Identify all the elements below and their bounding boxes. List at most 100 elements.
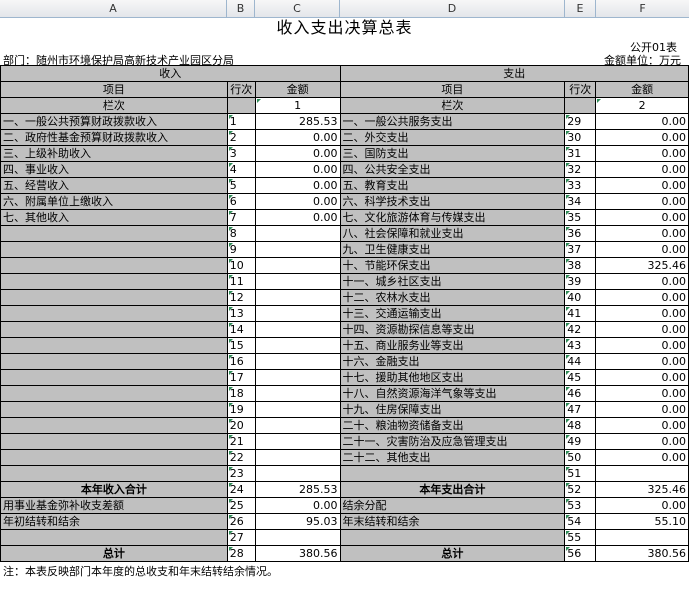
expense-rowno-cell[interactable]: 56 [564, 545, 597, 562]
expense-item-cell[interactable]: 总计 [339, 545, 566, 562]
income-rowno-cell[interactable]: 16 [226, 353, 256, 370]
expense-column-index[interactable]: 2 [595, 97, 689, 114]
expense-amount-cell[interactable]: 0.00 [595, 369, 689, 386]
income-amount-cell[interactable] [254, 369, 341, 386]
income-rowno-cell[interactable]: 18 [226, 385, 256, 402]
income-rowno-cell[interactable]: 15 [226, 337, 256, 354]
expense-item-cell[interactable]: 八、社会保障和就业支出 [339, 225, 566, 242]
income-amount-header[interactable]: 金额 [254, 81, 341, 98]
expense-rowno-cell[interactable]: 32 [564, 161, 597, 178]
expense-item-cell[interactable]: 二十一、灾害防治及应急管理支出 [339, 433, 566, 450]
expense-rowno-cell[interactable]: 36 [564, 225, 597, 242]
expense-item-cell[interactable]: 五、教育支出 [339, 177, 566, 194]
income-item-cell[interactable] [0, 353, 228, 370]
income-amount-cell[interactable] [254, 385, 341, 402]
expense-column-index-blank[interactable] [564, 97, 597, 114]
expense-amount-cell[interactable]: 0.00 [595, 145, 689, 162]
income-amount-cell[interactable]: 285.53 [254, 481, 341, 498]
income-amount-cell[interactable] [254, 449, 341, 466]
expense-rowno-cell[interactable]: 46 [564, 385, 597, 402]
income-item-header[interactable]: 项目 [0, 81, 228, 98]
expense-header[interactable]: 支出 [339, 65, 689, 82]
expense-amount-cell[interactable]: 0.00 [595, 385, 689, 402]
income-rowno-cell[interactable]: 20 [226, 417, 256, 434]
expense-rowno-cell[interactable]: 53 [564, 497, 597, 514]
income-column-index-blank[interactable] [226, 97, 256, 114]
expense-column-index-label[interactable]: 栏次 [339, 97, 566, 114]
expense-rowno-cell[interactable]: 40 [564, 289, 597, 306]
income-rowno-cell[interactable]: 27 [226, 529, 256, 546]
expense-rowno-cell[interactable]: 37 [564, 241, 597, 258]
expense-rowno-cell[interactable]: 30 [564, 129, 597, 146]
expense-item-cell[interactable]: 十九、住房保障支出 [339, 401, 566, 418]
income-item-cell[interactable]: 一、一般公共预算财政拨款收入 [0, 113, 228, 130]
income-rowno-cell[interactable]: 11 [226, 273, 256, 290]
expense-amount-cell[interactable]: 0.00 [595, 273, 689, 290]
expense-amount-cell[interactable]: 0.00 [595, 497, 689, 514]
expense-rowno-cell[interactable]: 51 [564, 465, 597, 482]
expense-amount-cell[interactable]: 0.00 [595, 225, 689, 242]
expense-rowno-cell[interactable]: 55 [564, 529, 597, 546]
income-amount-cell[interactable] [254, 529, 341, 546]
income-item-cell[interactable] [0, 433, 228, 450]
income-item-cell[interactable] [0, 257, 228, 274]
income-amount-cell[interactable]: 95.03 [254, 513, 341, 530]
income-rowno-cell[interactable]: 3 [226, 145, 256, 162]
income-rowno-cell[interactable]: 2 [226, 129, 256, 146]
income-amount-cell[interactable] [254, 241, 341, 258]
income-item-cell[interactable] [0, 385, 228, 402]
income-item-cell[interactable]: 五、经营收入 [0, 177, 228, 194]
income-item-cell[interactable]: 三、上级补助收入 [0, 145, 228, 162]
income-amount-cell[interactable]: 0.00 [254, 145, 341, 162]
expense-item-cell[interactable] [339, 529, 566, 546]
income-item-cell[interactable] [0, 321, 228, 338]
expense-rowno-cell[interactable]: 42 [564, 321, 597, 338]
income-amount-cell[interactable]: 0.00 [254, 177, 341, 194]
income-rowno-cell[interactable]: 21 [226, 433, 256, 450]
expense-amount-cell[interactable]: 0.00 [595, 177, 689, 194]
income-amount-cell[interactable]: 0.00 [254, 161, 341, 178]
income-amount-cell[interactable]: 0.00 [254, 193, 341, 210]
income-column-index[interactable]: 1 [254, 97, 341, 114]
income-item-cell[interactable] [0, 529, 228, 546]
income-amount-cell[interactable]: 0.00 [254, 497, 341, 514]
expense-rowno-cell[interactable]: 45 [564, 369, 597, 386]
income-rowno-cell[interactable]: 25 [226, 497, 256, 514]
expense-amount-cell[interactable]: 0.00 [595, 417, 689, 434]
expense-item-cell[interactable]: 七、文化旅游体育与传媒支出 [339, 209, 566, 226]
income-item-cell[interactable] [0, 225, 228, 242]
income-item-cell[interactable] [0, 273, 228, 290]
income-rowno-cell[interactable]: 24 [226, 481, 256, 498]
income-amount-cell[interactable]: 0.00 [254, 129, 341, 146]
income-amount-cell[interactable] [254, 353, 341, 370]
income-item-cell[interactable] [0, 465, 228, 482]
expense-item-cell[interactable]: 六、科学技术支出 [339, 193, 566, 210]
income-amount-cell[interactable] [254, 289, 341, 306]
expense-amount-cell[interactable]: 0.00 [595, 353, 689, 370]
income-rowno-cell[interactable]: 4 [226, 161, 256, 178]
income-item-cell[interactable] [0, 449, 228, 466]
expense-rowno-cell[interactable]: 44 [564, 353, 597, 370]
income-item-cell[interactable]: 本年收入合计 [0, 481, 228, 498]
expense-item-cell[interactable]: 十二、农林水支出 [339, 289, 566, 306]
expense-item-cell[interactable]: 十六、金融支出 [339, 353, 566, 370]
expense-rowno-cell[interactable]: 35 [564, 209, 597, 226]
income-rowno-cell[interactable]: 6 [226, 193, 256, 210]
expense-amount-cell[interactable] [595, 529, 689, 546]
expense-item-cell[interactable]: 十一、城乡社区支出 [339, 273, 566, 290]
income-rowno-cell[interactable]: 9 [226, 241, 256, 258]
income-amount-cell[interactable] [254, 225, 341, 242]
income-amount-cell[interactable] [254, 401, 341, 418]
expense-item-cell[interactable]: 二十二、其他支出 [339, 449, 566, 466]
income-item-cell[interactable]: 总计 [0, 545, 228, 562]
expense-rowno-cell[interactable]: 39 [564, 273, 597, 290]
income-item-cell[interactable]: 四、事业收入 [0, 161, 228, 178]
expense-amount-cell[interactable]: 0.00 [595, 129, 689, 146]
expense-rowno-cell[interactable]: 47 [564, 401, 597, 418]
expense-rowno-cell[interactable]: 48 [564, 417, 597, 434]
income-rowno-header[interactable]: 行次 [226, 81, 256, 98]
income-rowno-cell[interactable]: 10 [226, 257, 256, 274]
expense-amount-cell[interactable]: 0.00 [595, 289, 689, 306]
income-rowno-cell[interactable]: 26 [226, 513, 256, 530]
income-item-cell[interactable]: 年初结转和结余 [0, 513, 228, 530]
